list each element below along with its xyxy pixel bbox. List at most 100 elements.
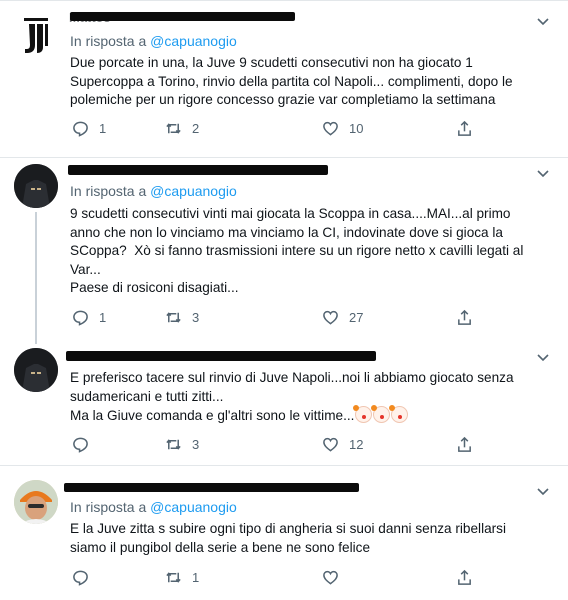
tweet-3-text: E preferisco tacere sul rinvio di Juve N… — [70, 369, 540, 426]
share-button[interactable] — [456, 569, 473, 586]
tweet-1[interactable]: Matteo In risposta a @capuanogio Due por… — [0, 0, 568, 157]
tweet-1-replying-to: In risposta a @capuanogio — [70, 33, 237, 49]
more-chevron-icon — [537, 488, 549, 496]
avatar-user-3[interactable] — [14, 348, 58, 392]
share-icon — [458, 309, 471, 325]
avatar-juventus-logo[interactable] — [14, 14, 58, 58]
tweet-text-line: E preferisco tacere sul rinvio di Juve N… — [70, 370, 514, 385]
reply-button[interactable]: 1 — [72, 120, 106, 137]
like-count: 10 — [349, 121, 364, 136]
like-count: 27 — [349, 310, 364, 325]
tweet-4[interactable]: In risposta a @capuanogio E la Juve zitt… — [0, 466, 568, 600]
tweet-text-line: Paese di rosiconi disagiati... — [70, 280, 239, 295]
tweet-3-more-button[interactable] — [536, 350, 550, 364]
reply-count: 1 — [99, 121, 107, 136]
clown-face-emoji — [389, 405, 409, 423]
tweet-2-text: 9 scudetti consecutivi vinti mai giocata… — [70, 205, 540, 298]
share-button[interactable] — [456, 120, 473, 137]
retweet-button[interactable]: 1 — [165, 569, 199, 586]
tweet-4-redaction — [64, 483, 359, 492]
reply-icon — [73, 121, 88, 137]
retweet-button[interactable]: 3 — [165, 309, 199, 326]
avatar-user-2[interactable] — [14, 164, 58, 208]
retweet-icon — [166, 123, 181, 134]
avatar-jersey-image — [14, 348, 58, 392]
tweet-1-text: Due porcate in una, la Juve 9 scudetti c… — [70, 54, 540, 110]
more-chevron-icon — [537, 170, 549, 178]
more-chevron-icon — [537, 18, 549, 26]
tweet-text-line: E la Juve zitta s subire ogni tipo di an… — [70, 521, 506, 536]
tweet-text-line: polemiche per un rigore concesso grazie … — [70, 92, 496, 107]
tweet-text-line: Var... — [70, 261, 101, 277]
thread-connector-line — [35, 212, 37, 344]
tweet-4-more-button[interactable] — [536, 484, 550, 498]
replying-to-handle[interactable]: @capuanogio — [150, 183, 237, 199]
heart-icon — [323, 437, 338, 452]
avatar-user-4[interactable] — [14, 480, 58, 524]
retweet-count: 1 — [192, 570, 200, 585]
share-icon — [458, 436, 471, 452]
tweet-1-more-button[interactable] — [536, 14, 550, 28]
tweet-2-more-button[interactable] — [536, 166, 550, 180]
like-button[interactable]: 10 — [322, 120, 363, 137]
replying-to-label: In risposta a — [70, 33, 147, 49]
tweet-text-line: sudamericani e tutti zitti... — [70, 388, 224, 404]
tweet-2[interactable]: In risposta a @capuanogio 9 scudetti con… — [0, 158, 568, 346]
share-button[interactable] — [456, 436, 473, 453]
retweet-count: 2 — [192, 121, 200, 136]
heart-icon — [323, 121, 338, 136]
tweet-text-line: anno che non lo vinciamo ma vinciamo la … — [70, 224, 503, 240]
tweet-3[interactable]: E preferisco tacere sul rinvio di Juve N… — [0, 346, 568, 464]
tweet-3-redaction — [66, 351, 376, 361]
tweet-text-line: 9 scudetti consecutivi vinti mai giocata… — [70, 206, 511, 221]
reply-count: 1 — [99, 310, 107, 325]
reply-button[interactable] — [72, 436, 99, 453]
tweet-3-actions: 3 12 — [72, 436, 472, 456]
replying-to-handle[interactable]: @capuanogio — [150, 33, 237, 49]
reply-button[interactable] — [72, 569, 99, 586]
retweet-count: 3 — [192, 437, 200, 452]
clown-face-emoji — [353, 405, 373, 423]
tweet-4-text: E la Juve zitta s subire ogni tipo di an… — [70, 520, 540, 557]
heart-icon — [323, 570, 338, 585]
replying-to-handle[interactable]: @capuanogio — [150, 499, 237, 515]
heart-icon — [323, 310, 338, 325]
tweet-text-line-content: Ma la Giuve comanda e gl'altri sono le v… — [70, 408, 355, 423]
retweet-count: 3 — [192, 310, 200, 325]
retweet-icon — [166, 312, 181, 323]
tweet-1-redaction — [70, 12, 295, 21]
tweet-2-redaction — [68, 165, 328, 175]
juventus-logo-icon — [24, 18, 48, 53]
share-icon — [458, 120, 471, 136]
like-button[interactable]: 27 — [322, 309, 363, 326]
tweet-1-actions: 1 2 10 — [72, 120, 472, 140]
tweet-text-line: Ma la Giuve comanda e gl'altri sono le v… — [70, 405, 540, 426]
reply-button[interactable]: 1 — [72, 309, 106, 326]
like-button[interactable]: 12 — [322, 436, 363, 453]
retweet-icon — [166, 439, 181, 450]
like-button[interactable] — [322, 569, 349, 586]
replying-to-label: In risposta a — [70, 183, 147, 199]
tweet-text-line: Supercoppa a Torino, rinvio della partit… — [70, 73, 513, 89]
tweet-text-line: Due porcate in una, la Juve 9 scudetti c… — [70, 55, 473, 70]
more-chevron-icon — [537, 354, 549, 362]
retweet-button[interactable]: 3 — [165, 436, 199, 453]
retweet-button[interactable]: 2 — [165, 120, 199, 137]
tweet-2-replying-to: In risposta a @capuanogio — [70, 183, 237, 199]
retweet-icon — [166, 572, 181, 583]
tweet-4-actions: 1 — [72, 569, 472, 589]
tweet-text-line: siamo il pungibol della serie a bene ne … — [70, 539, 371, 555]
share-icon — [458, 569, 471, 585]
reply-icon — [73, 437, 88, 453]
clown-face-emoji — [371, 405, 391, 423]
reply-icon — [73, 310, 88, 326]
tweet-text-line: SCoppa? Xò si fanno trasmissioni intere … — [70, 243, 524, 258]
avatar-jersey-image — [14, 164, 58, 208]
replying-to-label: In risposta a — [70, 499, 147, 515]
tweet-2-actions: 1 3 27 — [72, 309, 472, 329]
share-button[interactable] — [456, 309, 473, 326]
like-count: 12 — [349, 437, 364, 452]
tweet-4-replying-to: In risposta a @capuanogio — [70, 499, 237, 515]
reply-icon — [73, 570, 88, 586]
avatar-person-photo — [14, 480, 58, 524]
